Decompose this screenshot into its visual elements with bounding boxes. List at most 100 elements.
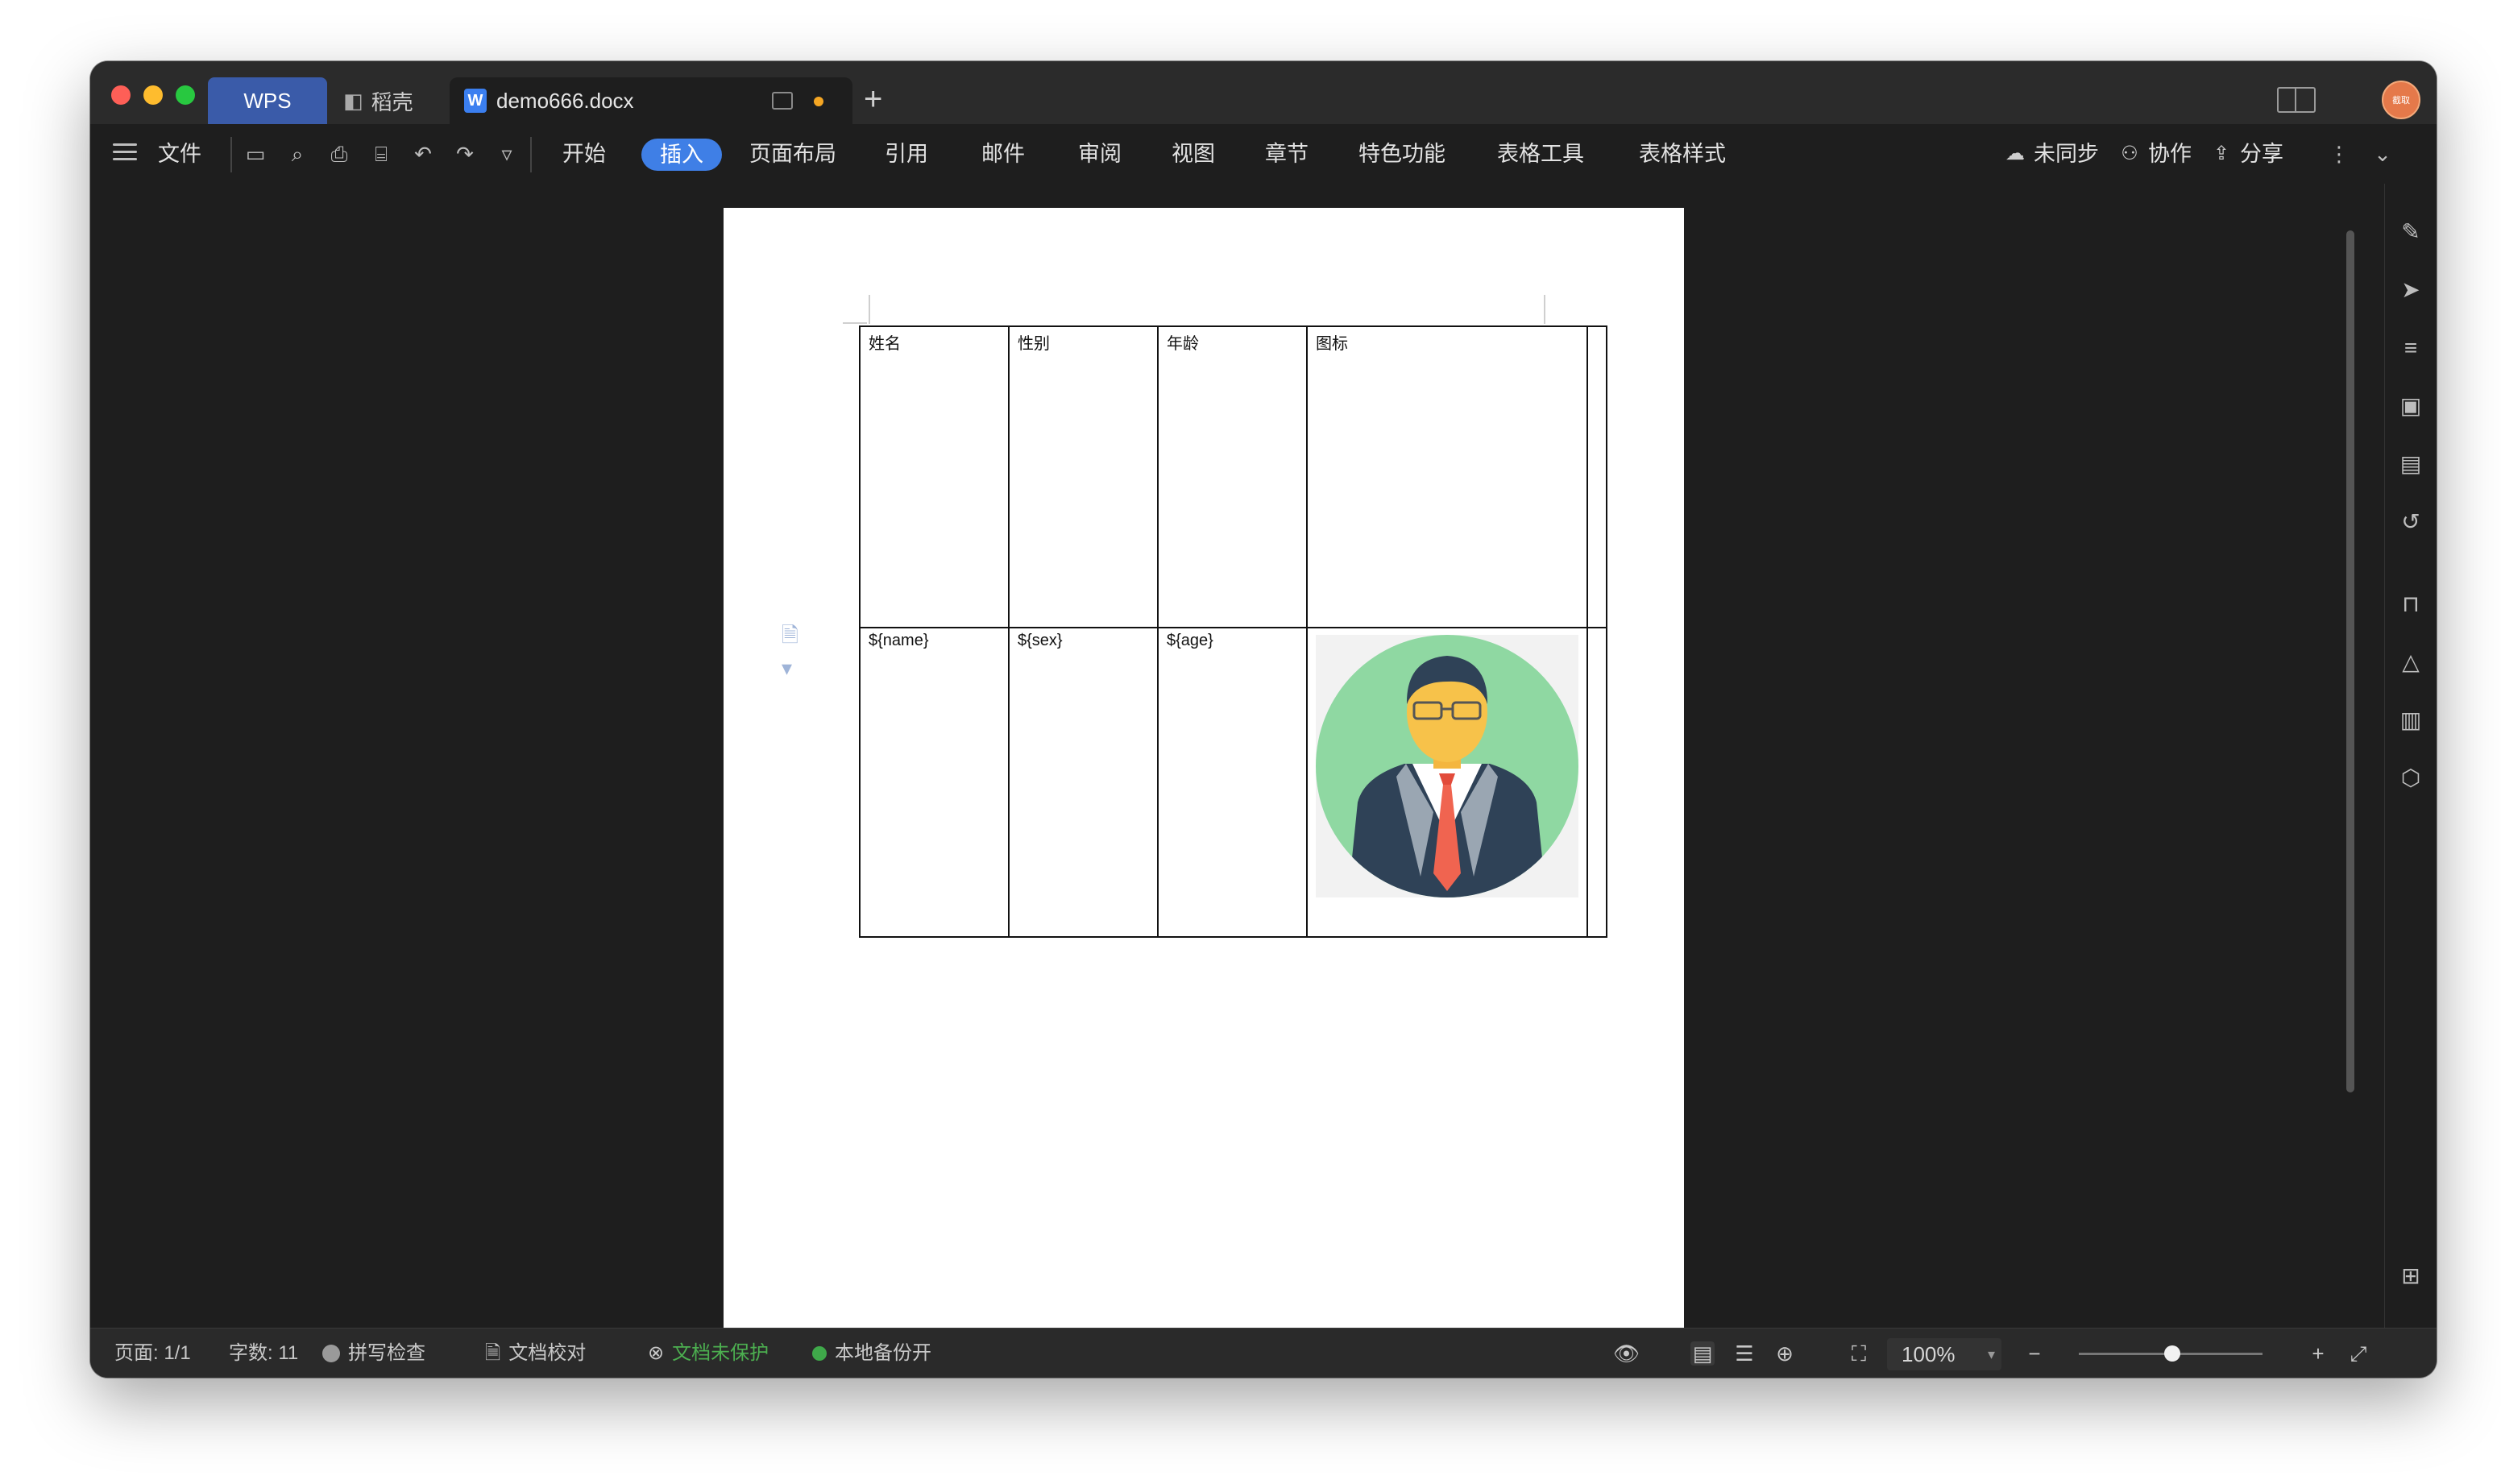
- document-page[interactable]: 🗎▾ 姓名 性别 年龄 图标 ${name} ${sex} ${age}: [724, 208, 1684, 1328]
- tab-daoke[interactable]: ◧ 稻壳: [332, 77, 445, 124]
- table-extra-cell[interactable]: [1586, 325, 1607, 628]
- tab-document-label: demo666.docx: [496, 88, 634, 113]
- quick-access-dropdown-icon[interactable]: ▿: [495, 142, 519, 166]
- tab-wps[interactable]: WPS: [208, 77, 327, 124]
- file-menu[interactable]: 文件: [158, 124, 201, 184]
- tab-mailings[interactable]: 邮件: [981, 124, 1025, 184]
- share-icon: ⇪: [2213, 143, 2230, 164]
- eye-protection-icon[interactable]: 👁: [1613, 1341, 1640, 1366]
- header-cell-age[interactable]: 年龄: [1157, 325, 1308, 628]
- tab-insert[interactable]: 插入: [641, 139, 722, 171]
- zoom-select[interactable]: 100% ▾: [1887, 1338, 2001, 1370]
- scrollbar-thumb[interactable]: [2346, 230, 2354, 1092]
- businessman-avatar-icon[interactable]: [1316, 635, 1578, 897]
- cursor-icon[interactable]: ➤: [2398, 277, 2424, 303]
- table-row: ${name} ${sex} ${age}: [859, 627, 1607, 938]
- margin-mark: [843, 322, 867, 324]
- header-cell-sex[interactable]: 性别: [1008, 325, 1159, 628]
- sync-button[interactable]: ☁ 未同步: [2003, 124, 2099, 184]
- data-table[interactable]: 姓名 性别 年龄 图标 ${name} ${sex} ${age}: [859, 325, 1607, 938]
- header-cell-icon[interactable]: 图标: [1306, 325, 1588, 628]
- divider: [530, 137, 532, 172]
- tab-table-style[interactable]: 表格样式: [1639, 124, 1726, 184]
- protect-status[interactable]: ⊗ 文档未保护: [648, 1329, 769, 1378]
- page-view-icon[interactable]: ▤: [1690, 1341, 1715, 1366]
- sync-label: 未同步: [2034, 142, 2099, 166]
- status-bar: 页面: 1/1 字数: 11 拼写检查 🗎 文档校对 ⊗ 文档未保护 本地备份开…: [90, 1328, 2437, 1378]
- tab-start[interactable]: 开始: [562, 124, 606, 184]
- cell-age-placeholder[interactable]: ${age}: [1157, 627, 1308, 938]
- tab-chapter[interactable]: 章节: [1265, 124, 1309, 184]
- avatar[interactable]: 截取: [2382, 81, 2420, 119]
- maximize-window-button[interactable]: [176, 85, 195, 105]
- present-icon[interactable]: [772, 92, 793, 110]
- new-tab-button[interactable]: +: [864, 81, 882, 118]
- cloud-icon: ☁: [2005, 143, 2025, 164]
- spell-check-toggle[interactable]: 拼写检查: [322, 1329, 425, 1378]
- zoom-slider-handle[interactable]: [2164, 1345, 2180, 1362]
- spell-check-icon: [322, 1345, 340, 1362]
- page-count-label: 页面: 1/1: [114, 1342, 191, 1364]
- word-doc-icon: W: [464, 89, 487, 113]
- tab-view[interactable]: 视图: [1172, 124, 1215, 184]
- redo-icon[interactable]: ↷: [453, 142, 477, 166]
- tab-table-tools[interactable]: 表格工具: [1497, 124, 1584, 184]
- fit-page-icon[interactable]: ⛶: [1847, 1341, 1871, 1366]
- share-button[interactable]: ⇪ 分享: [2209, 124, 2283, 184]
- chart-icon[interactable]: ▥: [2398, 707, 2424, 733]
- cell-name-placeholder[interactable]: ${name}: [859, 627, 1010, 938]
- image-settings-icon[interactable]: ▤: [2398, 451, 2424, 477]
- page-count[interactable]: 页面: 1/1: [114, 1329, 191, 1378]
- share-label: 分享: [2240, 142, 2283, 166]
- margin-mark: [1544, 295, 1545, 324]
- undo-icon[interactable]: ↶: [411, 142, 435, 166]
- proofread-label: 文档校对: [508, 1342, 587, 1364]
- divider: [230, 137, 232, 172]
- backup-on-icon: [812, 1346, 827, 1361]
- lock-icon[interactable]: ⊓: [2398, 591, 2424, 617]
- pen-icon[interactable]: ✎: [2398, 219, 2424, 245]
- tab-daoke-label: 稻壳: [371, 89, 413, 114]
- daoke-icon: ◧: [343, 88, 363, 113]
- tab-special-features[interactable]: 特色功能: [1358, 124, 1445, 184]
- tab-page-layout[interactable]: 页面布局: [749, 124, 836, 184]
- proofread-button[interactable]: 🗎 文档校对: [485, 1329, 586, 1378]
- table-extra-cell[interactable]: [1586, 627, 1607, 938]
- grid-apps-icon[interactable]: ⊞: [2398, 1263, 2424, 1289]
- backup-status[interactable]: 本地备份开: [812, 1329, 931, 1378]
- outline-view-icon[interactable]: ☰: [1732, 1341, 1757, 1366]
- format-painter-icon[interactable]: ⌕: [285, 142, 309, 166]
- zoom-in-icon[interactable]: +: [2306, 1341, 2330, 1366]
- collapse-ribbon-icon[interactable]: ⌄: [2370, 142, 2395, 166]
- hamburger-menu-icon[interactable]: [113, 143, 137, 161]
- close-window-button[interactable]: [111, 85, 131, 105]
- word-count[interactable]: 字数: 11: [229, 1329, 298, 1378]
- save-icon[interactable]: ▭: [243, 142, 268, 166]
- portrait-frame-icon[interactable]: ▣: [2398, 393, 2424, 419]
- header-cell-name[interactable]: 姓名: [859, 325, 1010, 628]
- print-preview-icon[interactable]: ⌸: [369, 142, 393, 166]
- zoom-out-icon[interactable]: −: [2022, 1341, 2047, 1366]
- tab-document[interactable]: W demo666.docx: [450, 77, 852, 124]
- zoom-value: 100%: [1902, 1342, 1956, 1366]
- print-icon[interactable]: ⎙: [327, 142, 351, 166]
- history-icon[interactable]: ↺: [2398, 509, 2424, 535]
- collab-label: 协作: [2148, 142, 2192, 166]
- collab-button[interactable]: ⚇ 协作: [2117, 124, 2192, 184]
- triangle-icon[interactable]: △: [2398, 649, 2424, 675]
- shield-icon[interactable]: ⬡: [2398, 765, 2424, 791]
- window-layout-icon[interactable]: [2277, 87, 2316, 113]
- vertical-scrollbar[interactable]: [2345, 190, 2356, 1318]
- tab-references[interactable]: 引用: [885, 124, 928, 184]
- web-view-icon[interactable]: ⊕: [1773, 1341, 1797, 1366]
- cell-portrait[interactable]: [1306, 627, 1588, 938]
- margin-mark: [869, 295, 870, 324]
- more-icon[interactable]: ⋮: [2327, 142, 2351, 166]
- protect-label: 文档未保护: [672, 1342, 769, 1364]
- sliders-icon[interactable]: ≡: [2398, 335, 2424, 361]
- fullscreen-icon[interactable]: ⤢: [2346, 1341, 2370, 1366]
- tab-review[interactable]: 审阅: [1078, 124, 1122, 184]
- paragraph-doc-icon[interactable]: 🗎▾: [782, 620, 801, 680]
- cell-sex-placeholder[interactable]: ${sex}: [1008, 627, 1159, 938]
- minimize-window-button[interactable]: [143, 85, 163, 105]
